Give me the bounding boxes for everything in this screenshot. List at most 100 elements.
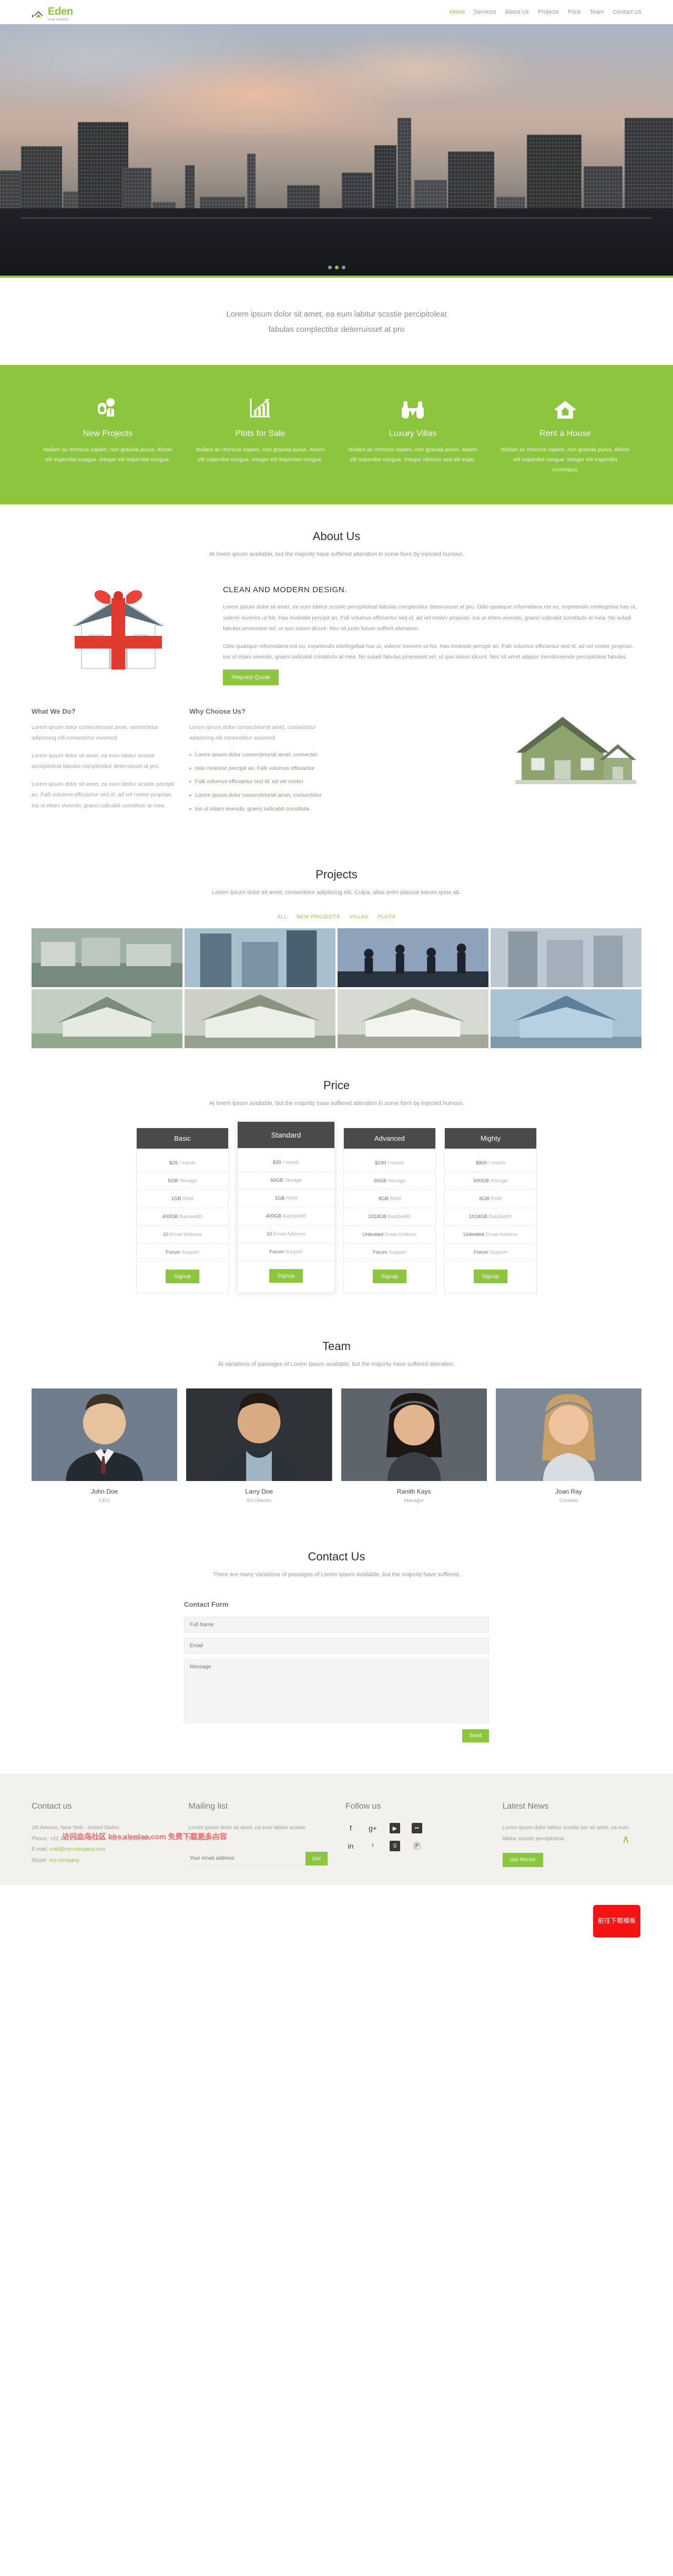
nav-item-price[interactable]: Price (568, 9, 581, 15)
signup-button[interactable]: Signup (372, 1270, 407, 1284)
projects-heading-block: Projects Lorem ipsum dolor sit amet, con… (32, 843, 641, 903)
nav-item-team[interactable]: Team (590, 9, 604, 15)
list-item: Lorem ipsum dolor consectetursit amet, c… (189, 791, 332, 800)
project-tile[interactable] (185, 989, 335, 1049)
nav-item-contact-us[interactable]: Contact Us (613, 9, 641, 15)
agent-house-icon (43, 389, 172, 421)
what-we-do-para-1: Lorem ipsum dolor consectetursit amet, c… (32, 724, 159, 742)
social-links[interactable]: f g+ ▶ •• in ᵗ S Ⓟ (345, 1823, 485, 1852)
facebook-icon[interactable]: f (345, 1823, 356, 1833)
footer-heading-follow: Follow us (345, 1802, 381, 1811)
about-heading-block: About Us At lorem ipsum available, but t… (32, 504, 641, 565)
service-title: Rent a House (539, 429, 591, 438)
twitter-icon[interactable]: ᵗ (368, 1841, 378, 1851)
service-card-rent-a-house[interactable]: Rent a House Nullam ac rhoncus sapien, n… (489, 389, 641, 475)
nav-item-home[interactable]: Home (450, 9, 465, 15)
request-quote-button[interactable]: Request Quote (223, 669, 279, 685)
plan-row: $900 / month (445, 1149, 536, 1173)
contact-form-title: Contact Form (184, 1600, 229, 1609)
message-textarea[interactable] (184, 1659, 489, 1723)
service-card-new-projects[interactable]: New Projects Nullam ac rhoncus sapien, n… (32, 389, 184, 475)
google-plus-icon[interactable]: g+ (368, 1823, 378, 1833)
nav-item-about-us[interactable]: About Us (505, 9, 529, 15)
plan-row: 1GB RAM (137, 1190, 228, 1209)
list-item: Lorem ipsum dolor consectetursit amet, c… (189, 751, 332, 759)
footer-skype-link[interactable]: my-company (49, 1858, 79, 1863)
nav-item-projects[interactable]: Projects (538, 9, 559, 15)
team-grid: John Doe CEO Larry Doe Art Director Rani… (32, 1375, 641, 1525)
main-navigation[interactable]: Home Services About Us Projects Price Te… (450, 9, 641, 15)
plan-row: 1GB RAM (238, 1190, 334, 1208)
get-mores-button[interactable]: Get Mores! (502, 1853, 543, 1868)
filter-tab-all[interactable]: ALL (277, 914, 287, 920)
filter-tab-villas[interactable]: VILLAS (350, 914, 369, 920)
member-role: CEO (99, 1497, 110, 1504)
service-desc: Nullam ac rhoncus sapien, non gravida pu… (501, 446, 630, 473)
filter-tab-new-projects[interactable]: NEW PROJECTS (297, 914, 340, 920)
footer-skype-label: Skype: (32, 1857, 48, 1863)
filter-tab-plots[interactable]: PLOTS (378, 914, 396, 920)
signup-button[interactable]: Signup (165, 1270, 200, 1284)
plan-name: Basic (137, 1128, 228, 1149)
footer-heading-mailing: Mailing list (188, 1802, 228, 1811)
nav-item-services[interactable]: Services (474, 9, 496, 15)
price-subheading: At lorem ipsum available, but the majori… (209, 1100, 464, 1107)
hero-dot-1[interactable] (328, 266, 332, 269)
flickr-icon[interactable]: •• (412, 1823, 422, 1834)
skype-icon[interactable]: S (390, 1841, 400, 1852)
page-title-about: About Us (312, 529, 361, 543)
hero-slider-dots[interactable] (0, 266, 673, 269)
why-choose-us-list: Lorem ipsum dolor consectetursit amet, c… (189, 751, 332, 814)
service-card-plots-for-sale[interactable]: Plots for Sale Nullam ac rhoncus sapien,… (184, 389, 336, 475)
email-input[interactable] (184, 1638, 489, 1655)
scroll-to-top-icon[interactable]: ∧ (622, 1833, 630, 1846)
plan-row: 5GB Storage (137, 1172, 228, 1191)
pricing-plan-mighty: Mighty $900 / month 500GB Storage 8GB RA… (444, 1128, 537, 1294)
youtube-icon[interactable]: ▶ (390, 1823, 400, 1834)
fullname-input[interactable] (184, 1617, 489, 1634)
about-paragraph-1: Lorem ipsum dolor sit amet, ea eum labit… (223, 604, 637, 632)
project-tile[interactable] (491, 928, 641, 988)
team-member-ranith-kays: Ranith Kays Manager (341, 1388, 487, 1504)
send-button[interactable]: Send (462, 1729, 489, 1743)
logo-name: Eden (48, 5, 73, 17)
team-member-joan-ray: Joan Ray Creative (495, 1388, 641, 1504)
linkedin-icon[interactable]: in (345, 1841, 356, 1851)
download-template-watermark-button[interactable]: 前往下载模板 (593, 1905, 640, 1938)
site-header: Eden real estate Home Services About Us … (0, 0, 673, 24)
pricing-plan-advanced: Advanced $190 / month 90GB Storage 8GB R… (343, 1128, 436, 1294)
project-tile[interactable] (32, 989, 182, 1049)
service-title: New Projects (83, 429, 133, 438)
project-tile[interactable] (32, 928, 182, 988)
service-card-luxury-villas[interactable]: Luxury Villas Nullam ac rhoncus sapien, … (336, 389, 489, 475)
signup-button[interactable]: Signup (269, 1269, 303, 1283)
member-role: Manager (404, 1497, 424, 1504)
pinterest-icon[interactable]: Ⓟ (412, 1841, 422, 1851)
signup-button[interactable]: Signup (473, 1270, 508, 1284)
team-member-john-doe: John Doe CEO (32, 1388, 178, 1504)
hero-dot-2[interactable] (334, 266, 339, 269)
newsletter-go-button[interactable]: Go! (305, 1852, 328, 1866)
newsletter-email-input[interactable] (188, 1852, 305, 1866)
logo[interactable]: Eden real estate (32, 3, 73, 22)
hero-dot-3[interactable] (341, 266, 345, 269)
list-item: Has molestie percipit an. Falli volumus … (189, 764, 332, 773)
price-heading-block: Price At lorem ipsum available, but the … (32, 1053, 641, 1114)
projects-grid (32, 928, 641, 1053)
footer-skype-row: Skype: my-company (32, 1855, 171, 1867)
footer-email-link[interactable]: mail@my-company.com (49, 1847, 106, 1852)
project-tile[interactable] (338, 989, 488, 1049)
plan-name: Mighty (445, 1128, 536, 1149)
footer-news-desc: Lorem ipsum dolor labitur scsstie per si… (502, 1825, 629, 1842)
why-choose-us-title: Why Choose Us? (189, 707, 246, 715)
plan-row: Forum Support (344, 1244, 435, 1262)
project-tile[interactable] (491, 989, 641, 1049)
plan-row: 1024GB Bandwidth (445, 1208, 536, 1226)
projects-filter-tabs[interactable]: ALL NEW PROJECTS VILLAS PLOTS (32, 902, 641, 928)
what-we-do-title: What We Do? (32, 707, 76, 715)
project-tile[interactable] (338, 928, 488, 988)
plan-name: Standard (238, 1122, 334, 1149)
member-role: Creative (559, 1497, 578, 1504)
project-tile[interactable] (185, 928, 335, 988)
hero-slider (0, 24, 673, 278)
